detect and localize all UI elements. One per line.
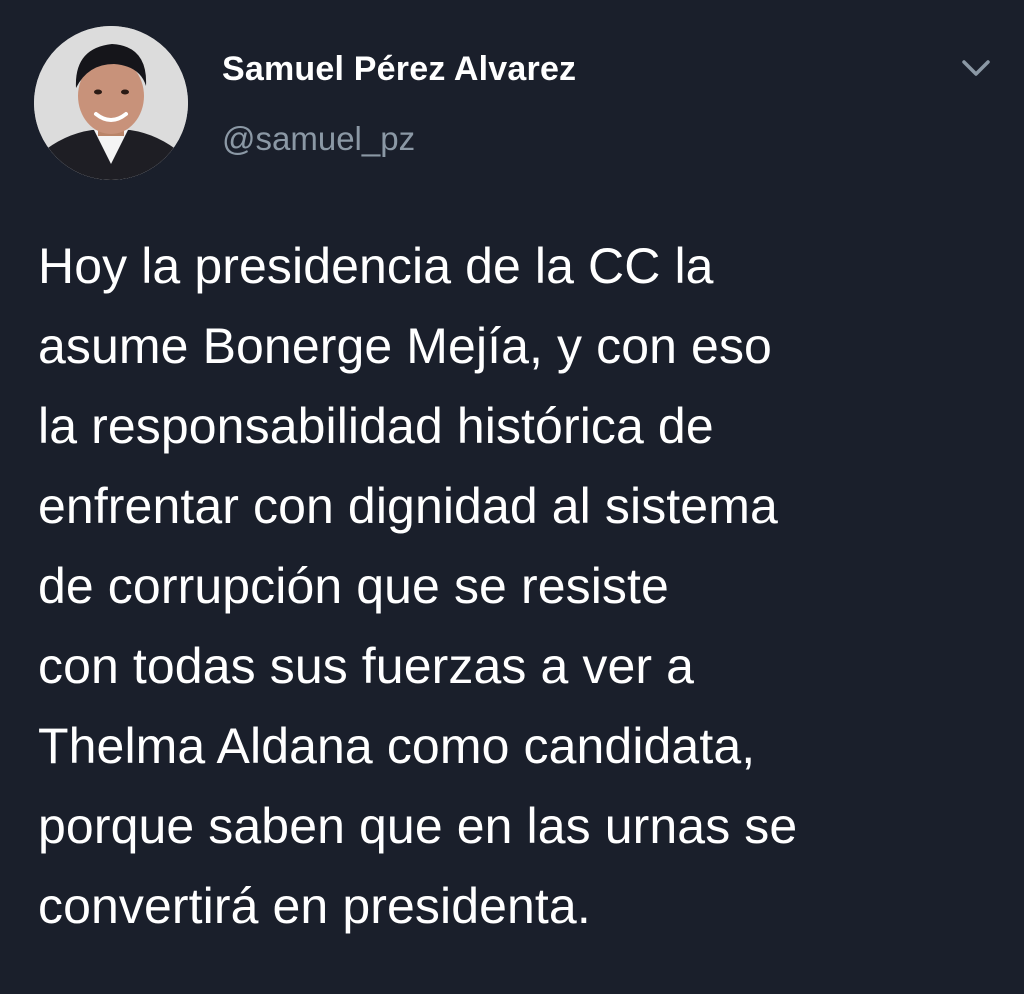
tweet-text: Hoy la presidencia de la CC la asume Bon… xyxy=(38,226,998,946)
avatar-photo xyxy=(34,26,188,180)
tweet-text-line: Thelma Aldana como candidata, xyxy=(38,718,756,774)
tweet-text-line: porque saben que en las urnas se xyxy=(38,798,798,854)
author-name[interactable]: Samuel Pérez Alvarez xyxy=(222,50,576,89)
author-handle[interactable]: @samuel_pz xyxy=(222,120,415,158)
tweet-text-line: la responsabilidad histórica de xyxy=(38,398,714,454)
chevron-down-icon[interactable] xyxy=(956,52,996,84)
tweet-text-line: asume Bonerge Mejía, y con eso xyxy=(38,318,772,374)
tweet-card: Samuel Pérez Alvarez @samuel_pz Hoy la p… xyxy=(0,0,1024,994)
tweet-text-line: convertirá en presidenta. xyxy=(38,878,591,934)
tweet-text-line: de corrupción que se resiste xyxy=(38,558,669,614)
tweet-text-line: Hoy la presidencia de la CC la xyxy=(38,238,714,294)
avatar[interactable] xyxy=(34,26,188,180)
tweet-text-line: con todas sus fuerzas a ver a xyxy=(38,638,695,694)
tweet-text-line: enfrentar con dignidad al sistema xyxy=(38,478,778,534)
